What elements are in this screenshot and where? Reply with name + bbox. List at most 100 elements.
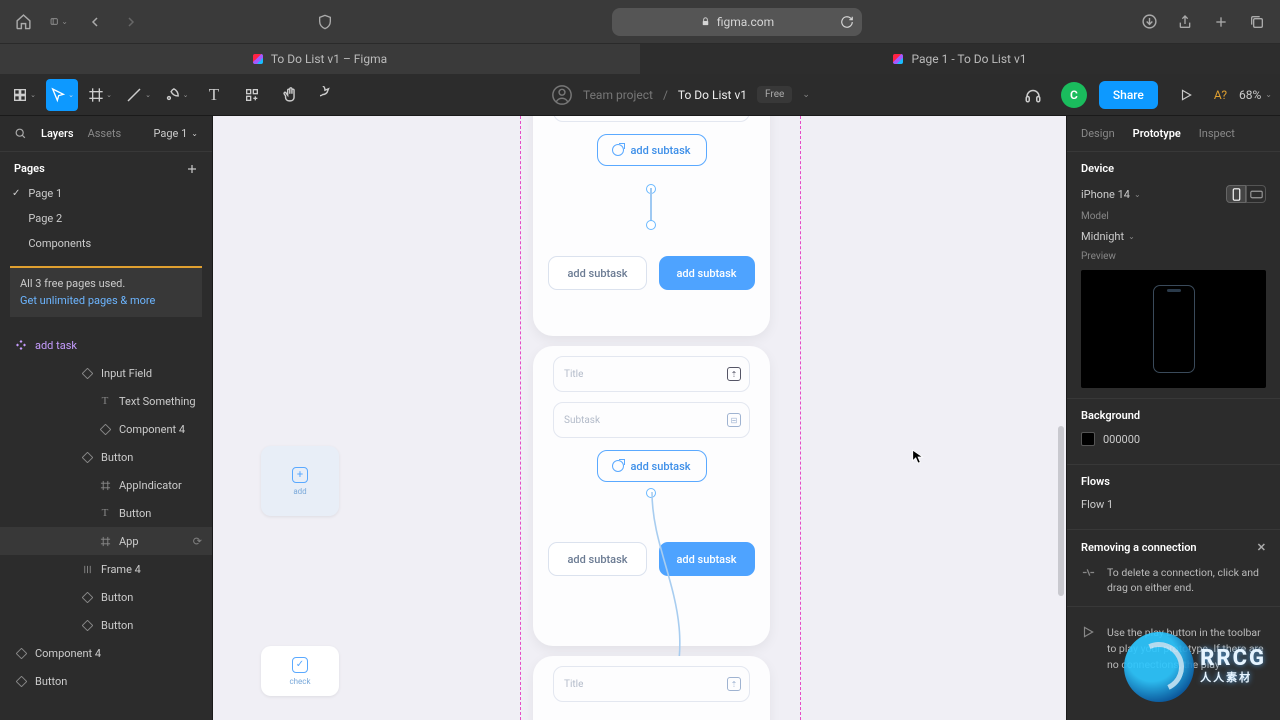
tabs-overview-icon[interactable] (1248, 13, 1266, 31)
shape-tool[interactable]: ⌄ (160, 79, 192, 111)
back-icon[interactable] (86, 13, 104, 31)
figma-favicon-icon (893, 54, 903, 64)
sidebar-toggle-icon[interactable]: ⌄ (50, 13, 68, 31)
layer-tree: add taskInput FieldTText SomethingCompon… (0, 327, 212, 699)
diamond-icon (80, 618, 94, 632)
new-tab-icon[interactable] (1212, 13, 1230, 31)
figma-toolbar: ⌄ ⌄ ⌄ ⌄ ⌄ T Team project / To Do List v1… (0, 74, 1280, 116)
move-tool[interactable]: ⌄ (46, 79, 78, 111)
resources-tool[interactable] (236, 79, 268, 111)
layer-row[interactable]: Button (0, 443, 212, 471)
assets-tab[interactable]: Assets (88, 127, 122, 140)
lock-icon (700, 16, 711, 27)
voice-icon[interactable] (1017, 79, 1049, 111)
pen-tool[interactable]: ⌄ (122, 79, 154, 111)
browser-tab-1[interactable]: Page 1 - To Do List v1 (640, 44, 1280, 74)
layer-row[interactable]: Component 4 (0, 639, 212, 667)
text-tool[interactable]: T (198, 79, 230, 111)
title-input[interactable]: Title⇡ (553, 356, 750, 392)
add-subtask-secondary[interactable]: add subtask (548, 542, 646, 576)
avatar[interactable]: C (1061, 82, 1087, 108)
user-avatar-outline-icon[interactable] (551, 84, 573, 106)
chevron-down-icon[interactable]: ⌄ (802, 90, 810, 100)
layer-row[interactable]: App⟳ (0, 527, 212, 555)
bg-hex[interactable]: 000000 (1103, 433, 1140, 446)
reload-icon[interactable] (840, 15, 854, 29)
page-selector[interactable]: Page 1⌄ (154, 127, 199, 140)
layer-row[interactable]: TButton (0, 499, 212, 527)
expand-icon[interactable]: ⇡ (727, 367, 741, 381)
plan-badge[interactable]: Free (757, 86, 792, 103)
model-label: Model (1081, 211, 1109, 222)
download-icon[interactable] (1140, 13, 1158, 31)
add-subtask-chip[interactable]: add subtask (597, 134, 707, 166)
mouse-cursor-icon (912, 449, 924, 465)
add-page-icon[interactable] (186, 163, 198, 175)
prototype-tab[interactable]: Prototype (1133, 127, 1181, 140)
comment-tool[interactable] (312, 79, 344, 111)
present-button[interactable] (1170, 79, 1202, 111)
inspect-tab[interactable]: Inspect (1199, 127, 1235, 140)
add-subtask-secondary[interactable]: add subtask (548, 256, 646, 290)
artboard-check[interactable]: ✓ check (261, 646, 339, 696)
frame-card-3[interactable]: Title⇡ (533, 656, 770, 720)
main-menu-button[interactable]: ⌄ (8, 79, 40, 111)
title-input[interactable]: Title⇡ (553, 116, 750, 122)
layer-row[interactable]: Button (0, 611, 212, 639)
flow-item[interactable]: Flow 1 (1081, 498, 1113, 511)
add-subtask-primary[interactable]: add subtask (659, 256, 755, 290)
model-select[interactable]: Midnight⌄ (1081, 230, 1135, 243)
upgrade-link[interactable]: Get unlimited pages & more (20, 294, 155, 307)
page-item-2[interactable]: ✓Page 2 (0, 206, 212, 231)
portrait-icon[interactable] (1226, 185, 1246, 203)
hand-tool[interactable] (274, 79, 306, 111)
page-item-components[interactable]: ✓Components (0, 231, 212, 256)
dev-mode-indicator[interactable]: A? (1214, 88, 1227, 102)
close-tip-icon[interactable]: ✕ (1257, 540, 1266, 557)
diamond-icon (80, 366, 94, 380)
canvas[interactable]: + add ✓ check Title⇡ add subtask add sub… (213, 116, 1066, 720)
artboard-add[interactable]: + add (261, 446, 339, 516)
breadcrumb-file[interactable]: To Do List v1 (678, 88, 747, 102)
collapse-icon[interactable]: ⊟ (727, 413, 741, 427)
breadcrumb-project[interactable]: Team project (583, 88, 653, 102)
frame-tool[interactable]: ⌄ (84, 79, 116, 111)
layers-tab[interactable]: Layers (41, 127, 74, 140)
layer-row[interactable]: AppIndicator (0, 471, 212, 499)
expand-icon[interactable]: ⇡ (727, 677, 741, 691)
layer-row[interactable]: Component 4 (0, 415, 212, 443)
left-panel: Layers Assets Page 1⌄ Pages ✓Page 1 ✓Pag… (0, 116, 213, 720)
canvas-scrollbar[interactable] (1058, 426, 1064, 596)
layer-row[interactable]: TText Something (0, 387, 212, 415)
home-icon[interactable] (14, 13, 32, 31)
add-subtask-chip[interactable]: add subtask (597, 450, 707, 482)
device-header: Device (1081, 162, 1266, 175)
text-icon: T (98, 394, 112, 408)
subtask-input[interactable]: Subtask⊟ (553, 402, 750, 438)
url-bar[interactable]: figma.com (612, 8, 862, 36)
diamond-icon (14, 674, 28, 688)
browser-toolbar: ⌄ figma.com (0, 0, 1280, 44)
share-os-icon[interactable] (1176, 13, 1194, 31)
browser-tab-label: Page 1 - To Do List v1 (911, 52, 1026, 66)
bg-swatch[interactable] (1081, 432, 1095, 446)
frame-icon (98, 534, 112, 548)
share-button[interactable]: Share (1099, 81, 1158, 109)
forward-icon (122, 13, 140, 31)
layer-row[interactable]: add task (0, 331, 212, 359)
browser-tab-0[interactable]: To Do List v1 – Figma (0, 44, 640, 74)
page-item-1[interactable]: ✓Page 1 (0, 181, 212, 206)
layer-row[interactable]: Frame 4 (0, 555, 212, 583)
layer-row[interactable]: Button (0, 667, 212, 695)
title-input[interactable]: Title⇡ (553, 666, 750, 702)
zoom-level[interactable]: 68%⌄ (1239, 88, 1272, 102)
device-select[interactable]: iPhone 14⌄ (1081, 188, 1141, 201)
frame-icon (98, 478, 112, 492)
layer-row[interactable]: Input Field (0, 359, 212, 387)
layer-row[interactable]: Button (0, 583, 212, 611)
diamond-icon (80, 590, 94, 604)
landscape-icon[interactable] (1246, 185, 1266, 203)
design-tab[interactable]: Design (1081, 127, 1115, 140)
shield-icon[interactable] (316, 13, 334, 31)
search-icon[interactable] (14, 127, 27, 140)
